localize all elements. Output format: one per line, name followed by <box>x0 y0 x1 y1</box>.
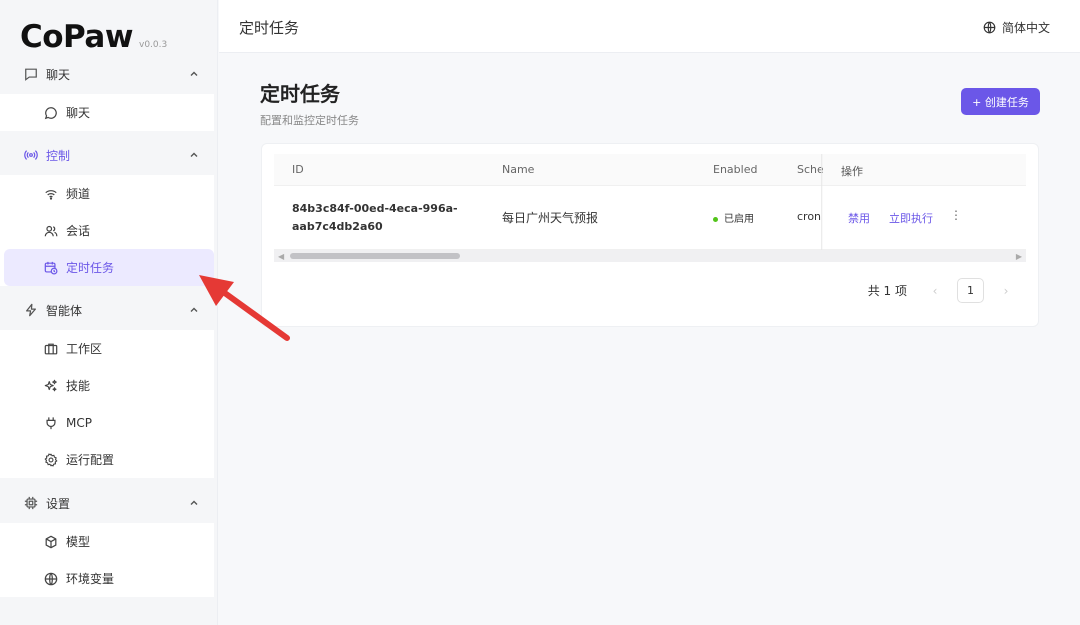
sidebar-item-channels[interactable]: 频道 <box>0 175 214 212</box>
task-id: 84b3c84f-00ed-4eca-996a- aab7c4db2a60 <box>292 200 472 236</box>
page-title: 定时任务 <box>260 82 340 106</box>
sparkles-icon <box>44 379 58 393</box>
chevron-up-icon <box>190 71 198 76</box>
task-id-line2: aab7c4db2a60 <box>292 220 383 233</box>
column-header-id: ID <box>292 163 304 176</box>
sidebar-item-label: MCP <box>66 415 92 430</box>
prev-page-icon[interactable]: ‹ <box>925 284 945 298</box>
sidebar-item-runtime-config[interactable]: 运行配置 <box>0 441 214 478</box>
actions-column: 操作 禁用 立即执行 ⋮ <box>823 154 1026 250</box>
sidebar-item-label: 模型 <box>66 535 91 549</box>
sidebar-item-skills[interactable]: 技能 <box>0 367 214 404</box>
group-label: 聊天 <box>46 67 71 82</box>
sidebar-item-chat[interactable]: 聊天 <box>0 94 214 131</box>
nav-group-chat: 聊天 聊天 <box>0 54 218 131</box>
language-label: 简体中文 <box>1001 21 1050 35</box>
top-bar: 定时任务 简体中文 <box>219 0 1080 53</box>
task-id-line1: 84b3c84f-00ed-4eca-996a- <box>292 202 458 215</box>
scroll-right-icon[interactable]: ▶ <box>1016 252 1022 261</box>
sub-list: 频道 会话 定时任务 <box>0 175 214 286</box>
sub-list: 工作区 技能 MCP 运行配置 <box>0 330 214 478</box>
status-badge: 已启用 <box>724 214 754 225</box>
group-label: 设置 <box>46 496 71 511</box>
sidebar: CoPaw v0.0.3 聊天 聊天 控制 频道 会话 定时任务 智能体 工作区… <box>0 0 218 625</box>
page-subtitle: 配置和监控定时任务 <box>260 114 359 127</box>
sidebar-item-label: 环境变量 <box>66 572 115 586</box>
globe-icon <box>983 21 996 34</box>
lightning-icon <box>23 302 39 318</box>
chevron-up-icon <box>190 307 198 312</box>
plug-icon <box>44 416 58 430</box>
task-schedule: cron <box>797 210 822 223</box>
broadcast-icon <box>23 147 39 163</box>
group-header-chat[interactable]: 聊天 <box>0 54 218 94</box>
status-dot <box>713 216 718 222</box>
scrollbar-thumb[interactable] <box>290 253 460 259</box>
disable-task-link[interactable]: 禁用 <box>848 210 870 226</box>
sidebar-item-workspace[interactable]: 工作区 <box>0 330 214 367</box>
sidebar-item-scheduled-tasks[interactable]: 定时任务 <box>4 249 214 286</box>
language-switcher[interactable]: 简体中文 <box>983 19 1050 36</box>
actions-cell: 禁用 立即执行 ⋮ <box>823 187 1026 250</box>
group-label: 控制 <box>46 148 71 163</box>
group-header-control[interactable]: 控制 <box>0 135 218 175</box>
topbar-title: 定时任务 <box>239 19 300 37</box>
gear-icon <box>44 452 58 467</box>
chevron-up-icon <box>190 152 198 157</box>
sidebar-item-models[interactable]: 模型 <box>0 523 214 560</box>
column-header-actions: 操作 <box>841 165 863 178</box>
sidebar-item-label: 定时任务 <box>66 261 115 275</box>
tasks-card: ID Name Enabled Schec 84b3c84f-00ed-4eca… <box>261 143 1039 327</box>
next-page-icon[interactable]: › <box>996 284 1016 298</box>
sidebar-item-label: 工作区 <box>66 342 103 356</box>
chip-icon <box>23 495 39 511</box>
column-header-enabled: Enabled <box>713 163 758 176</box>
sidebar-item-label: 会话 <box>66 224 91 238</box>
more-actions-icon[interactable]: ⋮ <box>950 208 962 222</box>
sidebar-item-label: 聊天 <box>66 106 91 120</box>
sub-list: 聊天 <box>0 94 214 131</box>
create-task-button[interactable]: + 创建任务 <box>961 88 1040 115</box>
actions-header-cell: 操作 <box>823 154 1026 186</box>
run-now-link[interactable]: 立即执行 <box>889 210 933 226</box>
nav-group-control: 控制 频道 会话 定时任务 <box>0 135 218 286</box>
sidebar-item-mcp[interactable]: MCP <box>0 404 214 441</box>
task-enabled: 已启用 <box>713 210 754 225</box>
chevron-up-icon <box>190 500 198 505</box>
chat-bubble-icon <box>44 106 58 120</box>
nav-group-settings: 设置 模型 环境变量 <box>0 483 218 597</box>
scroll-left-icon[interactable]: ◀ <box>278 252 284 261</box>
tasks-table: ID Name Enabled Schec 84b3c84f-00ed-4eca… <box>274 154 1026 264</box>
page-number-button[interactable]: 1 <box>957 278 984 303</box>
pagination-total: 共 1 项 <box>867 284 907 298</box>
sidebar-item-label: 运行配置 <box>66 453 115 467</box>
sidebar-item-env-vars[interactable]: 环境变量 <box>0 560 214 597</box>
chat-square-icon <box>23 66 39 82</box>
wifi-icon <box>44 187 58 201</box>
pagination: 共 1 项 ‹ 1 › <box>868 278 1016 303</box>
sidebar-item-sessions[interactable]: 会话 <box>0 212 214 249</box>
logo: CoPaw v0.0.3 <box>20 14 167 54</box>
globe-icon <box>44 572 58 586</box>
logo-text: CoPaw <box>20 19 134 55</box>
sidebar-item-label: 技能 <box>66 379 91 393</box>
group-header-settings[interactable]: 设置 <box>0 483 218 523</box>
sidebar-item-label: 频道 <box>66 187 91 201</box>
horizontal-scrollbar[interactable]: ◀ ▶ <box>274 250 1026 262</box>
group-header-agent[interactable]: 智能体 <box>0 290 218 330</box>
sub-list: 模型 环境变量 <box>0 523 214 597</box>
briefcase-icon <box>44 342 58 356</box>
task-name: 每日广州天气预报 <box>502 211 599 225</box>
version-label: v0.0.3 <box>139 40 168 50</box>
nav-group-agent: 智能体 工作区 技能 MCP 运行配置 <box>0 290 218 478</box>
cube-icon <box>44 535 58 549</box>
users-icon <box>44 224 58 238</box>
calendar-clock-icon <box>44 261 58 275</box>
column-header-name: Name <box>502 163 535 176</box>
group-label: 智能体 <box>46 303 83 318</box>
